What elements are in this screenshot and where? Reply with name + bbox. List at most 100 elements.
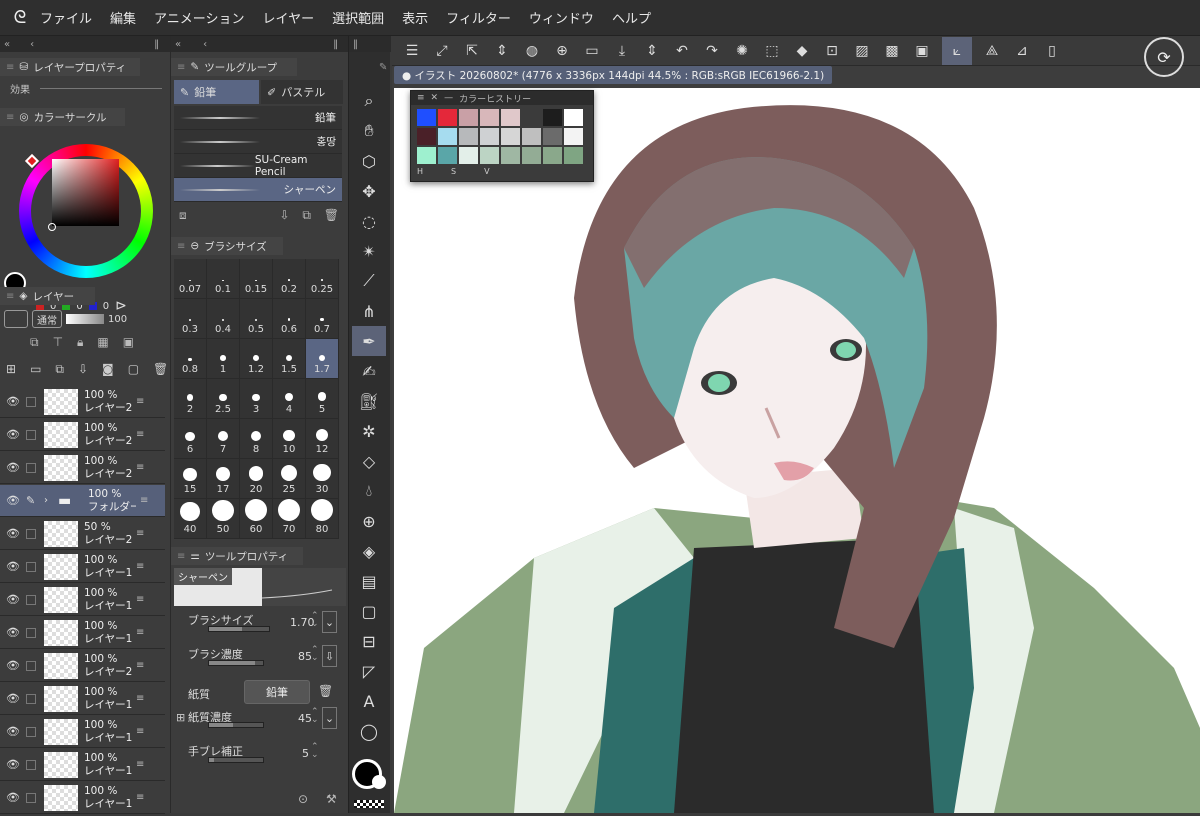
brush-group-icon[interactable]: ⋔ <box>352 296 386 326</box>
visibility-eye-icon[interactable]: 👁︎ <box>0 791 26 804</box>
zoom-icon[interactable]: ⌕ <box>352 86 386 116</box>
layer-checkbox[interactable] <box>26 726 36 737</box>
mask-icon[interactable]: ▣ <box>123 335 134 350</box>
snap-grid-icon[interactable]: ⊿ <box>1012 41 1032 61</box>
brush-item[interactable]: 홍땅 <box>174 130 342 154</box>
v-label[interactable]: V <box>484 167 489 176</box>
layer-color-button[interactable] <box>4 310 28 328</box>
layer-row[interactable]: 👁︎ 100 %レイヤー19 ≡ <box>0 683 165 715</box>
color-swatch[interactable] <box>543 147 562 164</box>
layer-checkbox[interactable] <box>26 759 36 770</box>
brush-size-stepper[interactable]: ⌃ ⌄ <box>311 612 319 629</box>
layer-row[interactable]: 👁︎ 50 %レイヤー2… ≡ <box>0 518 165 550</box>
history-minimize-icon[interactable]: — <box>444 93 453 103</box>
brush-size-cell[interactable]: 50 <box>207 499 240 539</box>
layer-checkbox[interactable] <box>26 396 36 407</box>
color-square[interactable] <box>52 159 119 226</box>
layer-row[interactable]: 👁︎ 100 %レイヤー1… ≡ <box>0 584 165 616</box>
menu-layer[interactable]: レイヤー <box>263 8 315 27</box>
layer-menu-icon[interactable]: ≡ <box>136 429 144 440</box>
brush-density-value[interactable]: 85 <box>298 650 312 663</box>
brush-size-cell[interactable]: 0.2 <box>273 259 306 299</box>
color-swatch[interactable] <box>438 109 457 126</box>
h-label[interactable]: H <box>417 167 423 176</box>
delete-brush-icon[interactable]: 🗑︎ <box>324 208 339 223</box>
brush-size-cell[interactable]: 6 <box>174 419 207 459</box>
hand-icon[interactable]: ✋︎ <box>352 116 386 146</box>
paper-density-stepper[interactable]: ⌃ ⌄ <box>311 708 319 725</box>
visibility-eye-icon[interactable]: 👁︎ <box>0 593 26 606</box>
brush-item[interactable]: 鉛筆 <box>174 106 342 130</box>
brush-size-cell[interactable]: 60 <box>240 499 273 539</box>
trash-icon[interactable]: 🗑︎ <box>153 362 168 377</box>
transform-select-icon[interactable]: ⊡ <box>822 41 842 61</box>
balloon-icon[interactable]: ◯ <box>352 716 386 746</box>
grid-icon[interactable]: ⊕ <box>352 506 386 536</box>
lasso-icon[interactable]: ◌ <box>352 206 386 236</box>
move-icon[interactable]: ✥ <box>352 176 386 206</box>
layer-menu-icon[interactable]: ≡ <box>136 528 144 539</box>
color-swatch[interactable] <box>564 109 583 126</box>
selection-pattern-icon[interactable]: ▩ <box>882 41 902 61</box>
opacity-value[interactable]: 100 <box>108 314 127 325</box>
tab-pencil[interactable]: ✎ 鉛筆 <box>174 80 259 104</box>
layer-menu-icon[interactable]: ≡ <box>136 660 144 671</box>
ruler-icon[interactable]: ◸ <box>352 656 386 686</box>
add-mask-icon[interactable]: ◙ <box>102 362 114 377</box>
brush-size-cell[interactable]: 1.2 <box>240 339 273 379</box>
brush-size-cell[interactable]: 0.1 <box>207 259 240 299</box>
layer-menu-icon[interactable]: ≡ <box>136 396 144 407</box>
menu-window[interactable]: ウィンドウ <box>529 8 594 27</box>
snap-special-icon[interactable]: ⟁ <box>982 41 1002 61</box>
menu-selection[interactable]: 選択範囲 <box>332 8 384 27</box>
brush-size-cell[interactable]: 5 <box>306 379 339 419</box>
tool-group-tab[interactable]: ≡ ✎ ツールグループ <box>171 58 297 76</box>
color-swatch[interactable] <box>522 147 541 164</box>
color-swatch[interactable] <box>459 109 478 126</box>
lock-alpha-icon[interactable]: ▦ <box>97 335 108 350</box>
menu-file[interactable]: ファイル <box>40 8 92 27</box>
visibility-eye-icon[interactable]: 👁︎ <box>0 659 26 672</box>
loading-icon[interactable]: ✺ <box>732 41 752 61</box>
brush-size-cell[interactable]: 0.8 <box>174 339 207 379</box>
brush-size-cell[interactable]: 0.5 <box>240 299 273 339</box>
text-icon[interactable]: A <box>352 686 386 716</box>
visibility-eye-icon[interactable]: 👁︎ <box>0 527 26 540</box>
color-swatch[interactable] <box>417 128 436 145</box>
menu-edit[interactable]: 編集 <box>110 8 136 27</box>
layer-menu-icon[interactable]: ≡ <box>136 561 144 572</box>
brush-size-cell[interactable]: 0.25 <box>306 259 339 299</box>
fill-icon[interactable]: ◈ <box>352 536 386 566</box>
paper-density-dropdown-icon[interactable]: ⌄ <box>322 707 337 729</box>
layer-row[interactable]: 👁︎ 100 %レイヤー2… ≡ <box>0 650 165 682</box>
visibility-eye-icon[interactable]: 👁︎ <box>0 725 26 738</box>
color-swatch[interactable] <box>522 128 541 145</box>
brush-size-dropdown-icon[interactable]: ⌄ <box>322 611 337 633</box>
layer-row[interactable]: 👁︎ ✎ › ▬ 100 % フォルダー ≡ <box>0 485 165 517</box>
layer-menu-icon[interactable]: ≡ <box>136 627 144 638</box>
layer-menu-icon[interactable]: ≡ <box>136 726 144 737</box>
layer-row[interactable]: 👁︎ 100 %レイヤー18 ≡ <box>0 716 165 748</box>
illustration-canvas[interactable] <box>394 88 1200 813</box>
document-tab[interactable]: ● イラスト 20260802* (4776 x 3336px 144dpi 4… <box>394 66 833 84</box>
smartphone-icon[interactable]: ▯ <box>1042 41 1062 61</box>
color-swatch[interactable] <box>480 147 499 164</box>
open-icon[interactable]: ▭ <box>582 41 602 61</box>
redo-icon[interactable]: ↷ <box>702 41 722 61</box>
layer-menu-icon[interactable]: ≡ <box>136 792 144 803</box>
pen-tool-icon[interactable]: ✒ <box>352 326 386 356</box>
panel-collapse-bar-3[interactable]: ‖ <box>349 36 391 52</box>
magic-wand-icon[interactable]: ✴ <box>352 236 386 266</box>
brush-size-cell[interactable]: 70 <box>273 499 306 539</box>
brush-size-slider[interactable] <box>208 626 270 632</box>
layer-menu-icon[interactable]: ≡ <box>136 594 144 605</box>
color-swatch[interactable] <box>501 147 520 164</box>
layer-checkbox[interactable] <box>26 561 36 572</box>
panel-collapse-bar-2[interactable]: «‹ ‖ <box>171 36 349 52</box>
brush-size-cell[interactable]: 17 <box>207 459 240 499</box>
stepper-icon[interactable]: ⇕ <box>492 41 512 61</box>
color-swatch[interactable] <box>564 128 583 145</box>
companion-icon[interactable]: ◍ <box>522 41 542 61</box>
tab-pastel[interactable]: ✐ パステル <box>261 80 343 104</box>
brush-size-cell[interactable]: 0.07 <box>174 259 207 299</box>
